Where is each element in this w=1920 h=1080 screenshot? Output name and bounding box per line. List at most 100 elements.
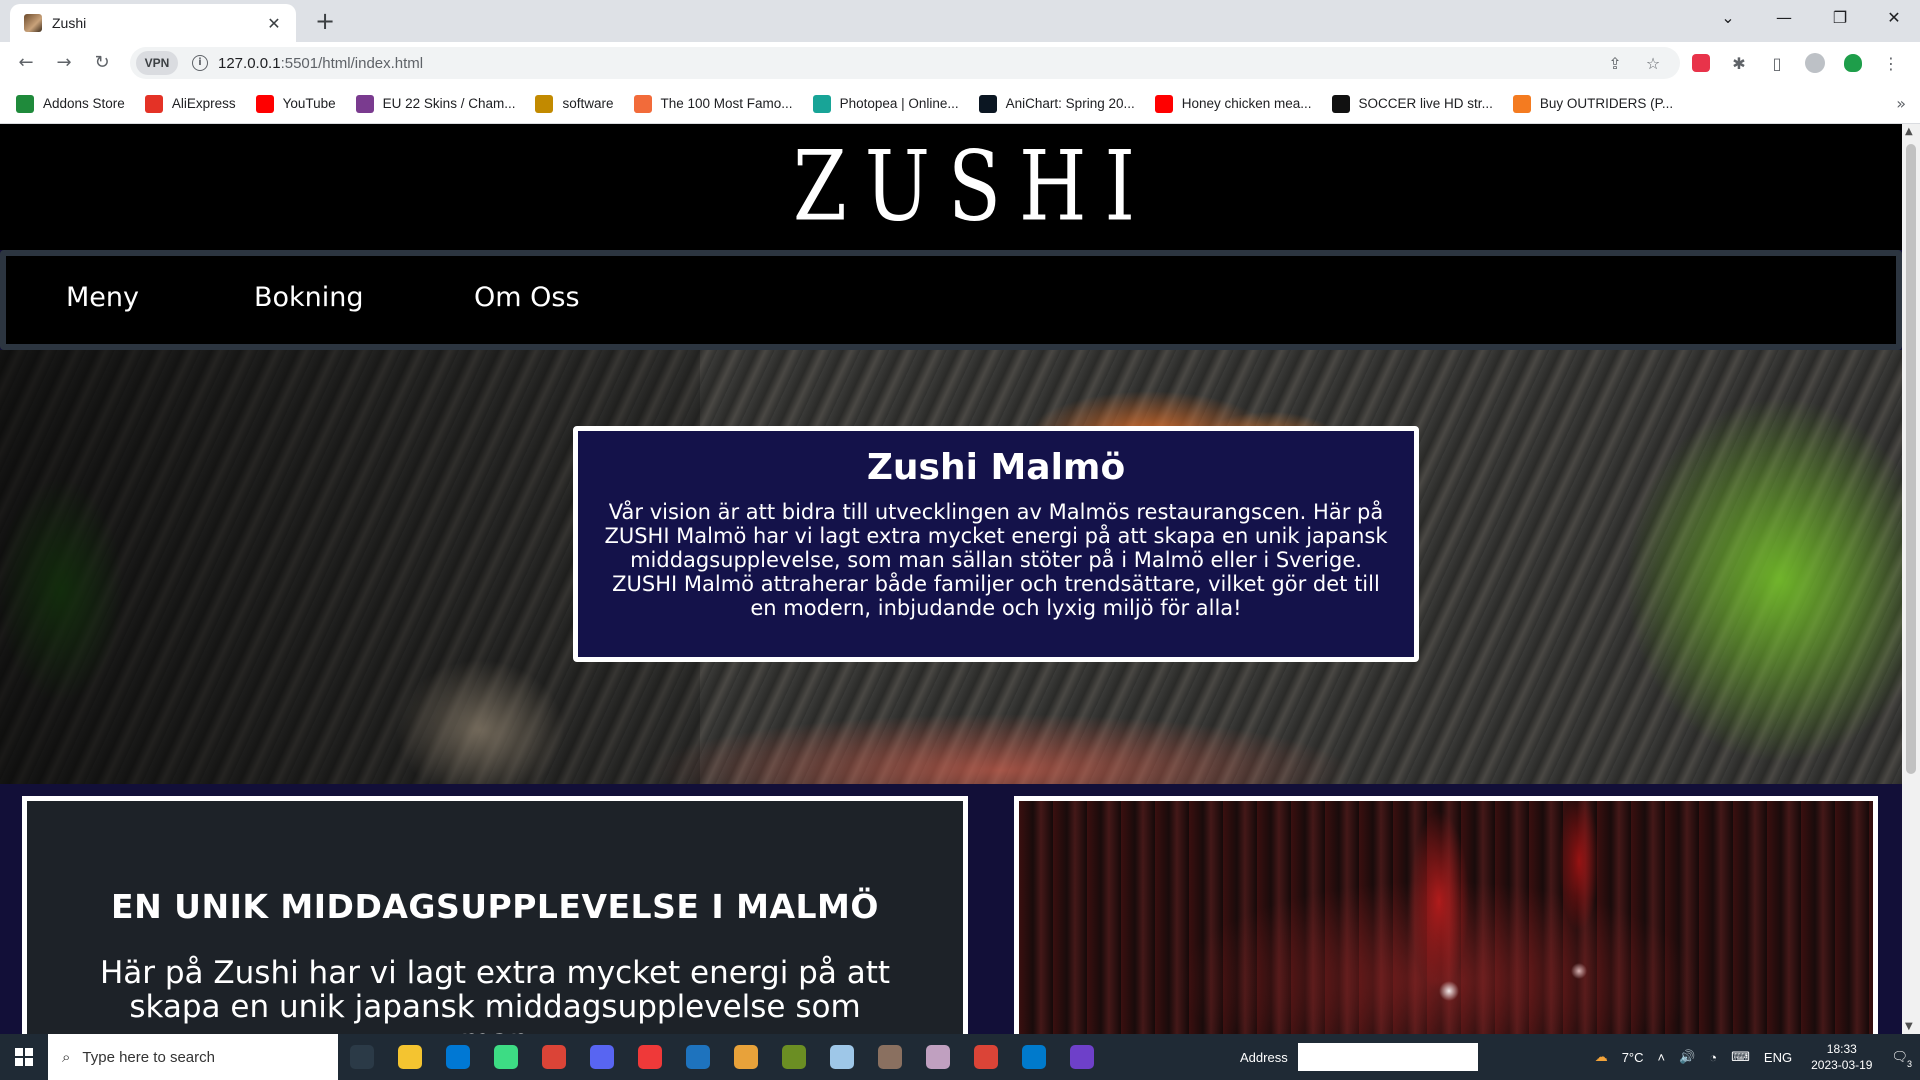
bookmark-item[interactable]: Buy OUTRIDERS (P... [1512,94,1673,113]
bookmark-item[interactable]: SOCCER live HD str... [1331,94,1493,113]
bookmark-item[interactable]: Addons Store [16,94,125,113]
show-hidden-icons-icon[interactable]: ˄ [1658,1050,1666,1065]
volume-icon[interactable]: 🔊 [1679,1049,1695,1065]
taskbar-app-vscode[interactable] [1010,1034,1058,1080]
forward-icon[interactable]: → [50,49,78,77]
task-view-icon [350,1045,374,1069]
bookmark-favicon-icon [355,94,374,113]
taskbar-app-chrome[interactable] [530,1034,578,1080]
shield-extension-icon[interactable] [1840,50,1866,76]
taskbar-app-vivaldi[interactable] [626,1034,674,1080]
bookmark-item[interactable]: EU 22 Skins / Cham... [355,94,516,113]
site-info-icon[interactable]: i [192,55,208,71]
side-panel-icon[interactable]: ▯ [1764,50,1790,76]
scroll-thumb[interactable] [1906,144,1916,774]
hero-card: Zushi Malmö Vår vision är att bidra till… [573,426,1419,662]
bookmark-favicon-icon [255,94,274,113]
bookmark-label: EU 22 Skins / Cham... [382,96,516,111]
vpn-badge[interactable]: VPN [136,51,178,75]
vscode-icon [1022,1045,1046,1069]
windows-taskbar: ⌕ Type here to search Address ☁ 7°C ˄ 🔊 … [0,1034,1920,1080]
bookmark-favicon-icon [144,94,163,113]
more-bookmarks-icon[interactable]: » [1896,94,1906,113]
about-title: EN UNIK MIDDAGSUPPLEVELSE I MALMÖ [111,887,879,926]
bookmark-item[interactable]: Photopea | Online... [812,94,959,113]
hero-title: Zushi Malmö [866,447,1126,488]
nav-link-om-oss[interactable]: Om Oss [474,282,580,313]
clock-time: 18:33 [1826,1042,1857,1056]
about-text: Här på Zushi har vi lagt extra mycket en… [99,955,891,1034]
network-icon[interactable]: ◔ [1709,1050,1717,1065]
taskbar-app-store[interactable] [434,1034,482,1080]
restaurant-interior-image [1014,796,1878,1034]
new-tab-button[interactable]: + [310,6,340,36]
share-icon[interactable]: ⇪ [1602,50,1628,76]
bookmark-item[interactable]: AliExpress [144,94,236,113]
language-indicator[interactable]: ENG [1764,1050,1792,1065]
browser-tabstrip: Zushi ✕ + ⌄ — ❐ ✕ [0,0,1920,42]
taskbar-app-minecraft[interactable] [770,1034,818,1080]
extension-adblock-icon[interactable] [1688,50,1714,76]
keyboard-icon[interactable]: ⌨ [1731,1049,1750,1065]
bookmark-item[interactable]: Honey chicken mea... [1154,94,1312,113]
page-viewport: ZUSHI Meny Bokning Om Oss Zushi Malmö Vå… [0,124,1902,1034]
taskbar-app-browser-active[interactable] [722,1034,770,1080]
bookmark-item[interactable]: YouTube [255,94,336,113]
bookmark-star-icon[interactable]: ☆ [1640,50,1666,76]
taskbar-app-chrome-2[interactable] [962,1034,1010,1080]
taskbar-app-github[interactable] [1058,1034,1106,1080]
url-text[interactable]: 127.0.0.1:5501/html/index.html [218,55,423,72]
profile-icon[interactable] [1802,50,1828,76]
taskbar-search-placeholder: Type here to search [82,1048,215,1066]
chrome-2-icon [974,1045,998,1069]
weather-icon[interactable]: ☁ [1595,1049,1608,1065]
taskbar-clock[interactable]: 18:33 2023-03-19 [1811,1041,1872,1073]
taskbar-app-character[interactable] [914,1034,962,1080]
bookmark-label: software [562,96,614,111]
main-nav: Meny Bokning Om Oss [0,250,1902,350]
taskbar-app-game[interactable] [866,1034,914,1080]
browser-tab[interactable]: Zushi ✕ [10,4,296,42]
bookmark-item[interactable]: software [535,94,614,113]
minimize-icon[interactable]: — [1756,0,1812,34]
address-input[interactable] [1297,1043,1478,1071]
windows-logo-icon [15,1048,33,1066]
weather-temp[interactable]: 7°C [1622,1050,1644,1065]
reload-icon[interactable]: ↻ [88,49,116,77]
taskbar-app-file-explorer[interactable] [386,1034,434,1080]
restore-icon[interactable]: ❐ [1812,0,1868,34]
scroll-up-icon[interactable]: ▲ [1905,126,1913,137]
extensions-icon[interactable]: ✱ [1726,50,1752,76]
close-window-icon[interactable]: ✕ [1868,0,1920,34]
nav-link-bokning[interactable]: Bokning [254,282,364,313]
taskbar-app-task-view[interactable] [338,1034,386,1080]
scroll-down-icon[interactable]: ▼ [1905,1021,1913,1032]
page-scrollbar[interactable]: ▲ ▼ [1902,124,1920,1034]
site-favicon-icon [24,14,42,32]
menu-kebab-icon[interactable]: ⋮ [1878,50,1904,76]
address-bar[interactable]: VPN i 127.0.0.1:5501/html/index.html [130,47,1680,79]
nav-link-meny[interactable]: Meny [66,282,139,313]
github-icon [1070,1045,1094,1069]
taskbar-app-bitdefender[interactable] [674,1034,722,1080]
bookmark-item[interactable]: AniChart: Spring 20... [978,94,1135,113]
taskbar-app-notepad[interactable] [818,1034,866,1080]
bookmark-label: Photopea | Online... [839,96,959,111]
bookmark-item[interactable]: The 100 Most Famo... [633,94,793,113]
tab-search-icon[interactable]: ⌄ [1700,0,1756,34]
taskbar-app-discord[interactable] [578,1034,626,1080]
back-icon[interactable]: ← [12,49,40,77]
bookmark-label: SOCCER live HD str... [1358,96,1493,111]
bookmark-favicon-icon [535,94,554,113]
bookmark-favicon-icon [633,94,652,113]
taskbar-search-box[interactable]: ⌕ Type here to search [48,1034,338,1080]
bookmark-label: Addons Store [43,96,125,111]
notifications-icon[interactable]: 🗨 3 [1891,1049,1912,1069]
bookmark-label: The 100 Most Famo... [660,96,793,111]
site-logo[interactable]: ZUSHI [793,131,1153,243]
minecraft-icon [782,1045,806,1069]
start-button[interactable] [0,1034,48,1080]
taskbar-app-android-studio[interactable] [482,1034,530,1080]
bookmark-label: Honey chicken mea... [1181,96,1312,111]
close-tab-icon[interactable]: ✕ [264,14,284,33]
